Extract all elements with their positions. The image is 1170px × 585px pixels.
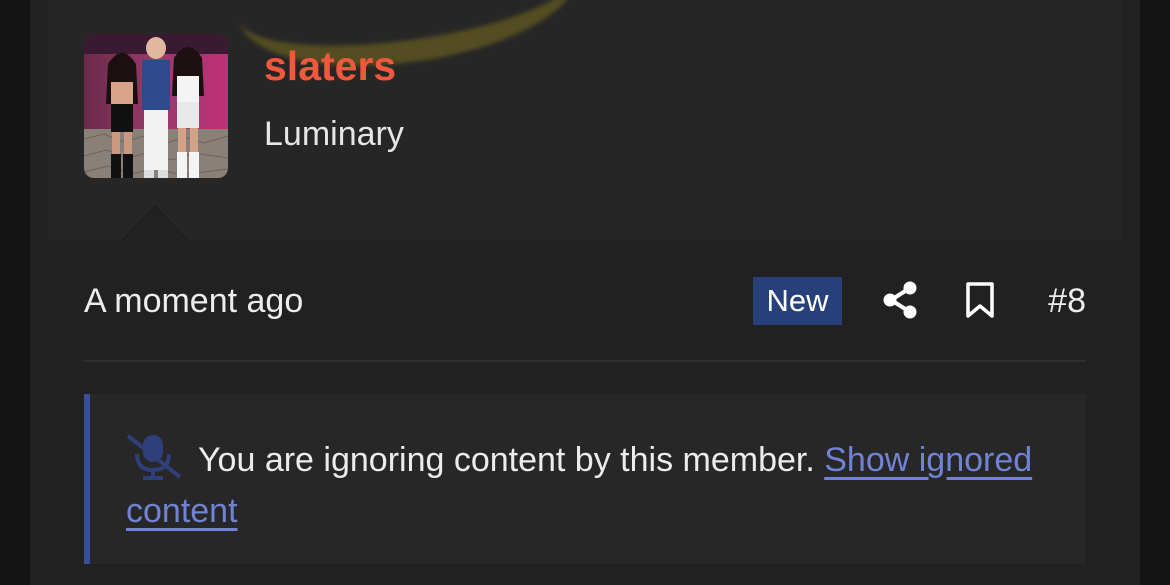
bookmark-icon[interactable] (964, 281, 996, 319)
page: slaters Luminary A moment ago New #8 You… (30, 0, 1140, 585)
user-block: slaters Luminary (48, 0, 1122, 240)
avatar[interactable] (84, 34, 228, 178)
divider (84, 360, 1086, 362)
username-link[interactable]: slaters (264, 40, 396, 92)
avatar-image (84, 34, 228, 178)
new-badge: New (753, 277, 842, 325)
mute-icon (126, 434, 184, 480)
post-number-link[interactable]: #8 (1048, 280, 1086, 322)
user-arrow (122, 206, 188, 241)
ignored-content-notice: You are ignoring content by this member.… (84, 394, 1086, 564)
post-timestamp[interactable]: A moment ago (84, 280, 303, 322)
post-meta-bar: A moment ago New #8 (84, 270, 1086, 332)
ignored-message-row: You are ignoring content by this member.… (126, 434, 1046, 537)
user-title: Luminary (264, 115, 404, 153)
share-icon[interactable] (882, 281, 918, 319)
ignored-message: You are ignoring content by this member. (198, 441, 815, 479)
